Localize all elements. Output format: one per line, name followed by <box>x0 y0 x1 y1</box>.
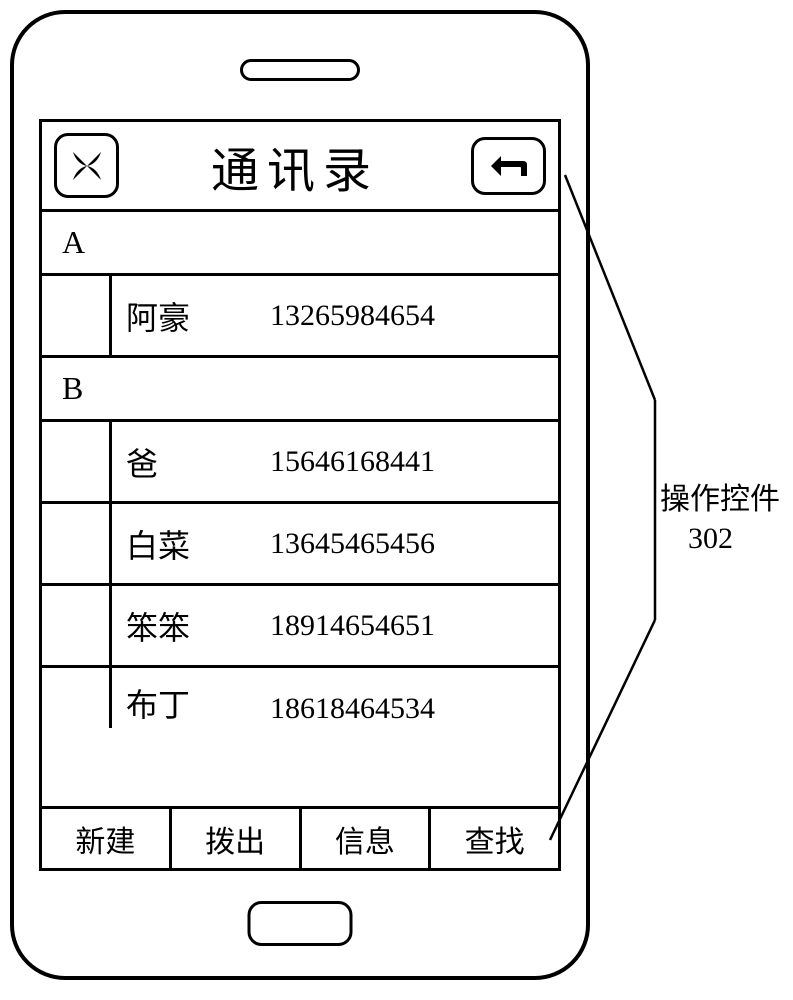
new-button[interactable]: 新建 <box>42 809 172 868</box>
contact-name: 爸 <box>112 422 262 501</box>
dial-button[interactable]: 拨出 <box>172 809 302 868</box>
home-button[interactable] <box>248 901 353 946</box>
contact-name: 阿豪 <box>112 276 262 355</box>
contact-row[interactable]: 笨笨 18914654651 <box>42 586 558 668</box>
header: 通讯录 <box>42 122 558 212</box>
screen: 通讯录 A 阿豪 13265984654 B 爸 15646168441 <box>39 119 561 871</box>
contact-name: 笨笨 <box>112 586 262 665</box>
speaker <box>240 59 360 81</box>
annotation-text: 操作控件 <box>660 483 780 516</box>
contact-phone: 18618464534 <box>262 668 558 728</box>
annotation-label: 操作控件 302 <box>660 480 780 558</box>
contact-row[interactable]: 布丁 18618464534 <box>42 668 558 728</box>
contact-checkbox[interactable] <box>42 586 112 665</box>
bottom-bar: 新建 拨出 信息 查找 <box>42 806 558 868</box>
back-button[interactable] <box>471 137 546 195</box>
contact-phone: 18914654651 <box>262 586 558 665</box>
contact-row[interactable]: 白菜 13645465456 <box>42 504 558 586</box>
info-button[interactable]: 信息 <box>302 809 432 868</box>
page-title: 通讯录 <box>131 131 459 201</box>
app-icon[interactable] <box>54 133 119 198</box>
contact-checkbox[interactable] <box>42 504 112 583</box>
phone-frame: 通讯录 A 阿豪 13265984654 B 爸 15646168441 <box>10 10 590 980</box>
contact-phone: 13265984654 <box>262 276 558 355</box>
contact-row[interactable]: 阿豪 13265984654 <box>42 276 558 358</box>
contact-list: A 阿豪 13265984654 B 爸 15646168441 白菜 1364… <box>42 212 558 806</box>
find-button[interactable]: 查找 <box>431 809 558 868</box>
contact-name: 白菜 <box>112 504 262 583</box>
contact-row[interactable]: 爸 15646168441 <box>42 422 558 504</box>
contact-checkbox[interactable] <box>42 276 112 355</box>
section-header-a: A <box>42 212 558 276</box>
contact-phone: 15646168441 <box>262 422 558 501</box>
contact-checkbox[interactable] <box>42 422 112 501</box>
annotation-number: 302 <box>660 522 733 555</box>
section-header-b: B <box>42 358 558 422</box>
contact-checkbox[interactable] <box>42 668 112 728</box>
contact-phone: 13645465456 <box>262 504 558 583</box>
contact-name: 布丁 <box>112 668 262 728</box>
